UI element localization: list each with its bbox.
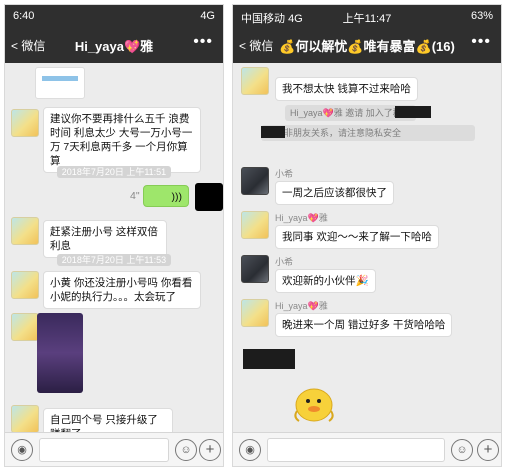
emoji-icon[interactable]: ☺ (451, 439, 473, 461)
avatar[interactable] (241, 211, 269, 239)
avatar[interactable] (11, 271, 39, 299)
chat-header: < 微信 Hi_yaya💖雅 ••• (5, 27, 223, 63)
message-bubble[interactable]: 小黄 你还没注册小号吗 你看看小妮的执行力。。。太会玩了 (43, 271, 201, 309)
emoji-icon[interactable]: ☺ (175, 439, 197, 461)
sender-name: Hi_yaya💖雅 (275, 213, 328, 223)
status-bar: 6:40 4G (5, 5, 223, 27)
plus-icon[interactable]: + (199, 439, 221, 461)
sender-name: 小希 (275, 257, 294, 267)
input-bar: ◉ ☺ + (233, 432, 501, 466)
status-bar: 中国移动 4G 上午11:47 63% (233, 5, 501, 27)
message-bubble[interactable]: 建议你不要再排什么五千 浪费时间 利息太少 大号一万小号一万 7天利息两千多 一… (43, 107, 201, 173)
message-bubble[interactable]: 欢迎新的小伙伴🎉 (275, 269, 376, 293)
timestamp: 2018年7月20日 上午11:51 (5, 165, 223, 178)
message-list: 我不想太快 钱算不过来哈哈 Hi_yaya💖雅 邀请 加入了群聊 群聊非朋友关系… (233, 63, 501, 432)
avatar[interactable] (241, 67, 269, 95)
avatar[interactable] (195, 183, 223, 211)
timestamp: 2018年7月20日 上午11:53 (5, 253, 223, 266)
voice-toggle-icon[interactable]: ◉ (11, 439, 33, 461)
chat-title: 💰何以解忧💰唯有暴富💰(16) (279, 39, 455, 54)
plus-icon[interactable]: + (477, 439, 499, 461)
right-phone-screenshot: 中国移动 4G 上午11:47 63% < 微信 💰何以解忧💰唯有暴富💰(16)… (232, 4, 502, 467)
message-bubble[interactable]: 我不想太快 钱算不过来哈哈 (275, 77, 418, 101)
duck-sticker-icon (294, 388, 334, 422)
input-bar: ◉ ☺ + (5, 432, 223, 466)
redaction-bar (395, 106, 431, 118)
image-message[interactable] (37, 313, 83, 393)
message-input[interactable] (267, 438, 445, 462)
avatar[interactable] (11, 109, 39, 137)
sender-name: Hi_yaya💖雅 (275, 301, 328, 311)
message-bubble[interactable]: 一周之后应该都很快了 (275, 181, 394, 205)
system-privacy-notice: 群聊非朋友关系，请注意隐私安全 (261, 125, 475, 141)
left-phone-screenshot: 6:40 4G < 微信 Hi_yaya💖雅 ••• 建议你不要再排什么五千 浪… (4, 4, 224, 467)
signal-indicator: 4G (200, 10, 215, 22)
avatar[interactable] (241, 299, 269, 327)
sticker-message[interactable] (291, 381, 337, 425)
redaction-bar (261, 126, 285, 138)
avatar[interactable] (241, 255, 269, 283)
battery-indicator: 63% (470, 10, 493, 22)
message-list: 建议你不要再排什么五千 浪费时间 利息太少 大号一万小号一万 7天利息两千多 一… (5, 63, 223, 446)
voice-wave-icon: ))) (171, 191, 183, 203)
voice-duration: 4" (130, 190, 140, 202)
avatar[interactable] (11, 313, 39, 341)
more-options-button[interactable]: ••• (471, 33, 491, 51)
message-bubble[interactable]: 我同事 欢迎～～来了解一下哈哈 (275, 225, 439, 249)
avatar[interactable] (11, 217, 39, 245)
more-options-button[interactable]: ••• (193, 33, 213, 51)
message-bubble[interactable]: 晚进来一个周 错过好多 干货哈哈哈 (275, 313, 453, 337)
image-message[interactable] (35, 67, 85, 99)
sender-name: 小希 (275, 169, 294, 179)
redacted-avatar (243, 349, 295, 369)
voice-message[interactable]: 4" ))) (130, 185, 189, 207)
status-time: 6:40 (13, 10, 35, 22)
avatar[interactable] (241, 167, 269, 195)
image-thumbnail-bar (42, 76, 78, 81)
voice-toggle-icon[interactable]: ◉ (239, 439, 261, 461)
chat-title: Hi_yaya💖雅 (74, 39, 154, 54)
chat-header: < 微信 💰何以解忧💰唯有暴富💰(16) ••• (233, 27, 501, 63)
status-time: 上午11:47 (342, 13, 392, 25)
message-input[interactable] (39, 438, 169, 462)
avatar[interactable] (11, 405, 39, 433)
